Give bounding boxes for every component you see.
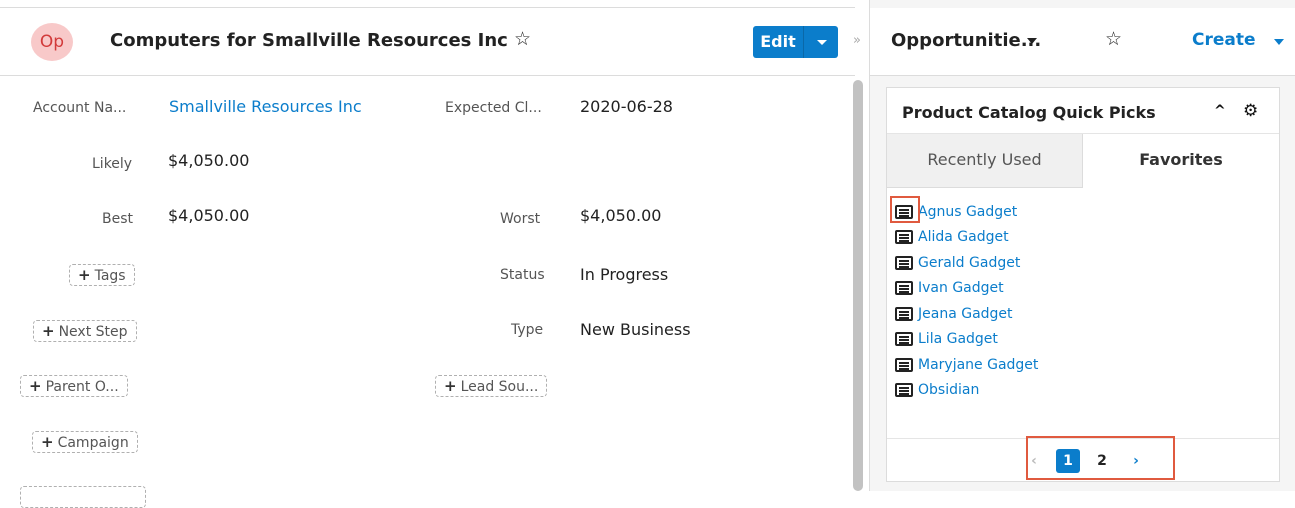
sidebar-collapse-toggle[interactable]: » bbox=[853, 33, 861, 48]
expected-close-value[interactable]: 2020-06-28 bbox=[580, 97, 673, 116]
likely-label: Likely bbox=[92, 156, 133, 172]
product-link[interactable]: Jeana Gadget bbox=[918, 306, 1013, 322]
product-list-icon[interactable] bbox=[895, 357, 913, 372]
add-parent-opportunity-label: Parent O... bbox=[45, 379, 119, 395]
product-link[interactable]: Alida Gadget bbox=[918, 229, 1009, 245]
type-label: Type bbox=[511, 322, 544, 338]
worst-value[interactable]: $4,050.00 bbox=[580, 206, 661, 225]
record-view: Op Computers for Smallville Resources In… bbox=[0, 0, 855, 508]
best-label: Best bbox=[102, 211, 134, 227]
product-list-icon[interactable] bbox=[895, 332, 913, 347]
add-lead-source-button[interactable]: + Lead Sou... bbox=[435, 375, 548, 397]
first-item-icon-highlight-box bbox=[890, 196, 920, 223]
intelligence-pane: Opportunitie... ☆ Create Product Catalog… bbox=[870, 0, 1295, 491]
record-scrollbar-thumb[interactable] bbox=[853, 80, 863, 491]
list-item[interactable]: Gerald Gadget bbox=[895, 250, 1038, 276]
list-item[interactable]: Lila Gadget bbox=[895, 327, 1038, 353]
add-tags-button[interactable]: + Tags bbox=[69, 264, 135, 286]
add-campaign-button[interactable]: + Campaign bbox=[32, 431, 138, 453]
product-list-icon[interactable] bbox=[895, 230, 913, 245]
tab-favorites[interactable]: Favorites bbox=[1083, 134, 1279, 188]
list-item[interactable]: Alida Gadget bbox=[895, 225, 1038, 251]
favorite-star-icon[interactable]: ☆ bbox=[514, 30, 531, 49]
product-link[interactable]: Lila Gadget bbox=[918, 331, 998, 347]
product-link[interactable]: Obsidian bbox=[918, 382, 979, 398]
status-value[interactable]: In Progress bbox=[580, 265, 668, 284]
list-item[interactable]: Ivan Gadget bbox=[895, 276, 1038, 302]
create-button[interactable]: Create bbox=[1192, 30, 1256, 50]
edit-button-group: Edit bbox=[753, 26, 838, 58]
collapse-chevron-up-icon[interactable]: ^ bbox=[1214, 103, 1226, 119]
product-link[interactable]: Maryjane Gadget bbox=[918, 357, 1038, 373]
product-link[interactable]: Agnus Gadget bbox=[918, 204, 1017, 220]
add-field-button-partial[interactable] bbox=[20, 486, 146, 508]
record-title: Computers for Smallville Resources Inc bbox=[110, 30, 508, 51]
add-campaign-label: Campaign bbox=[57, 435, 129, 451]
create-dropdown-caret-icon[interactable] bbox=[1274, 39, 1284, 45]
module-badge: Op bbox=[31, 23, 73, 61]
product-list-icon[interactable] bbox=[895, 255, 913, 270]
expected-close-label: Expected Cl... bbox=[445, 100, 542, 116]
product-list-icon[interactable] bbox=[895, 306, 913, 321]
product-list-icon[interactable] bbox=[895, 281, 913, 296]
add-parent-opportunity-button[interactable]: + Parent O... bbox=[20, 375, 128, 397]
list-item[interactable]: Obsidian bbox=[895, 378, 1038, 404]
dashlet-title: Product Catalog Quick Picks bbox=[902, 103, 1156, 122]
add-next-step-label: Next Step bbox=[58, 324, 128, 340]
dashboard-menu-caret-icon[interactable] bbox=[1027, 38, 1037, 44]
tab-recently-used[interactable]: Recently Used bbox=[887, 134, 1083, 188]
product-list-icon[interactable] bbox=[895, 383, 913, 398]
dashlet-tabs: Recently Used Favorites bbox=[887, 134, 1279, 188]
type-value[interactable]: New Business bbox=[580, 320, 691, 339]
account-name-label: Account Na... bbox=[33, 100, 127, 116]
pagination-highlight-box bbox=[1026, 436, 1175, 480]
list-item[interactable]: Jeana Gadget bbox=[895, 301, 1038, 327]
dashboard-favorite-star-icon[interactable]: ☆ bbox=[1105, 30, 1122, 49]
list-item[interactable]: Maryjane Gadget bbox=[895, 352, 1038, 378]
best-value[interactable]: $4,050.00 bbox=[168, 206, 249, 225]
record-header: Op Computers for Smallville Resources In… bbox=[0, 8, 855, 76]
add-lead-source-label: Lead Sou... bbox=[460, 379, 539, 395]
dashlet-header: Product Catalog Quick Picks ^ ⚙ bbox=[887, 88, 1279, 134]
edit-button[interactable]: Edit bbox=[753, 26, 804, 58]
dashboard-title[interactable]: Opportunitie... bbox=[891, 30, 1041, 51]
dashboard-header: Opportunitie... ☆ Create bbox=[870, 8, 1295, 76]
product-link[interactable]: Ivan Gadget bbox=[918, 280, 1004, 296]
gear-icon[interactable]: ⚙ bbox=[1243, 101, 1258, 121]
favorites-list: Agnus Gadget Alida Gadget Gerald Gadget … bbox=[895, 199, 1038, 403]
product-catalog-quick-picks-dashlet: Product Catalog Quick Picks ^ ⚙ Recently… bbox=[886, 87, 1280, 482]
add-tags-label: Tags bbox=[94, 268, 126, 284]
likely-value[interactable]: $4,050.00 bbox=[168, 151, 249, 170]
status-label: Status bbox=[500, 267, 545, 283]
worst-label: Worst bbox=[500, 211, 541, 227]
account-name-link[interactable]: Smallville Resources Inc bbox=[169, 97, 362, 116]
add-next-step-button[interactable]: + Next Step bbox=[33, 320, 137, 342]
product-link[interactable]: Gerald Gadget bbox=[918, 255, 1020, 271]
edit-actions-dropdown-button[interactable] bbox=[804, 26, 838, 58]
